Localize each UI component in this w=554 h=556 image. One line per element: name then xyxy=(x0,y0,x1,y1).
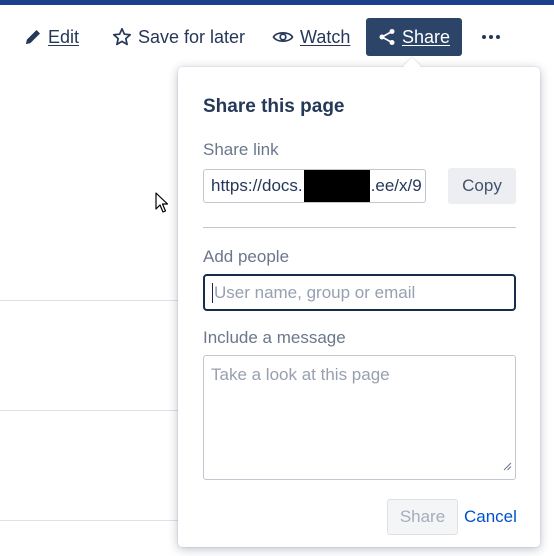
watch-button[interactable]: Watch xyxy=(272,18,350,56)
popup-arrow xyxy=(403,57,421,75)
add-people-placeholder: User name, group or email xyxy=(214,282,416,302)
more-horizontal-icon xyxy=(481,34,501,40)
edit-button[interactable]: Edit xyxy=(24,18,79,56)
top-accent-bar xyxy=(0,0,554,5)
message-textarea[interactable]: Take a look at this page xyxy=(203,355,516,480)
message-placeholder: Take a look at this page xyxy=(211,365,390,384)
eye-icon xyxy=(272,29,294,45)
dialog-divider xyxy=(203,227,516,228)
page-toolbar: Edit Save for later Watch Share xyxy=(0,18,554,56)
watch-label: Watch xyxy=(300,26,351,47)
content-divider xyxy=(0,520,180,521)
share-dialog: Share this page Share link https://docs.… xyxy=(178,57,540,547)
cancel-button[interactable]: Cancel xyxy=(464,499,517,535)
share-submit-button[interactable]: Share xyxy=(387,499,458,535)
more-actions-button[interactable] xyxy=(480,18,502,56)
share-link-suffix: .ee/x/9 xyxy=(370,176,422,195)
content-divider xyxy=(0,410,180,411)
share-link-field[interactable]: https://docs. .ee/x/9 xyxy=(203,169,426,203)
share-link-label: Share link xyxy=(203,140,279,159)
share-icon xyxy=(378,28,396,46)
share-toolbar-label: Share xyxy=(401,26,451,47)
share-link-prefix: https://docs. xyxy=(211,176,303,195)
star-icon xyxy=(112,27,132,47)
share-toolbar-button[interactable]: Share xyxy=(366,18,462,56)
pencil-icon xyxy=(24,28,42,46)
mouse-pointer-icon xyxy=(155,192,169,219)
add-people-input[interactable]: User name, group or email xyxy=(203,274,516,311)
resize-handle-icon[interactable] xyxy=(502,456,512,476)
edit-label: Edit xyxy=(48,26,80,47)
content-divider xyxy=(0,300,180,301)
message-label: Include a message xyxy=(203,328,346,347)
copy-button[interactable]: Copy xyxy=(448,168,516,204)
dialog-title: Share this page xyxy=(203,96,345,117)
redacted-block xyxy=(303,170,370,202)
save-for-later-label: Save for later xyxy=(138,26,246,47)
add-people-label: Add people xyxy=(203,247,290,266)
text-caret xyxy=(212,282,213,303)
save-for-later-button[interactable]: Save for later xyxy=(112,18,245,56)
